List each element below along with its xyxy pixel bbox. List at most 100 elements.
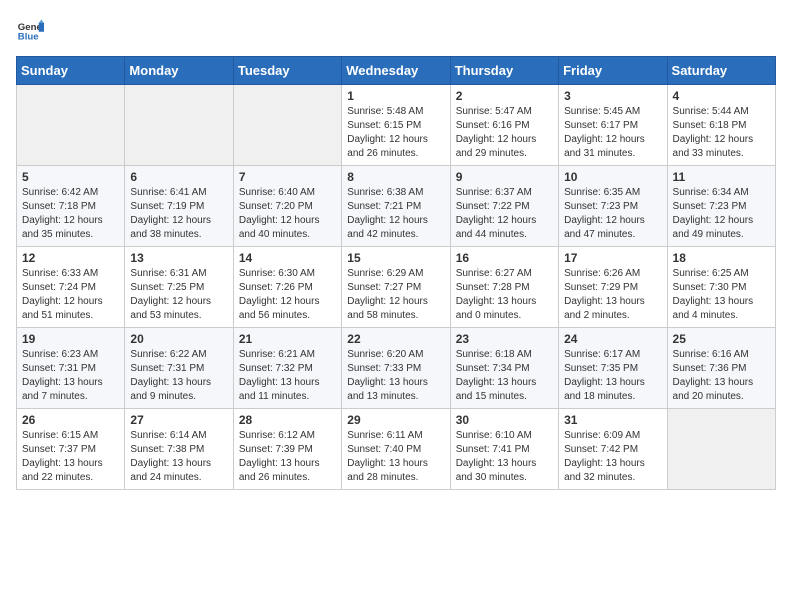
calendar-cell: 20Sunrise: 6:22 AM Sunset: 7:31 PM Dayli… <box>125 328 233 409</box>
calendar-cell: 22 Sunrise: 6:20 AM Sunset: 7:33 PM Dayli… <box>342 328 450 409</box>
calendar-cell: 28 Sunrise: 6:12 AM Sunset: 7:39 PM Dayli… <box>233 409 341 490</box>
day-info: Sunrise: 5:48 AM Sunset: 6:15 PM Dayligh… <box>347 105 444 161</box>
day-number: 13 <box>130 251 227 265</box>
week-row-5: 26 Sunrise: 6:15 AM Sunset: 7:37 PM Dayli… <box>17 409 776 490</box>
day-header-saturday: Saturday <box>667 57 775 85</box>
calendar-cell: 17 Sunrise: 6:26 AM Sunset: 7:29 PM Dayli… <box>559 247 667 328</box>
day-header-friday: Friday <box>559 57 667 85</box>
calendar-cell: 4 Sunrise: 5:44 AM Sunset: 6:18 PM Daylig… <box>667 85 775 166</box>
day-number: 17 <box>564 251 661 265</box>
day-info: Sunrise: 6:30 AM Sunset: 7:26 PM Dayligh… <box>239 267 336 323</box>
day-number: 1 <box>347 89 444 103</box>
calendar-cell: 9 Sunrise: 6:37 AM Sunset: 7:22 PM Daylig… <box>450 166 558 247</box>
day-number: 26 <box>22 413 119 427</box>
header-row: SundayMondayTuesdayWednesdayThursdayFrid… <box>17 57 776 85</box>
day-number: 14 <box>239 251 336 265</box>
calendar-cell <box>667 409 775 490</box>
page-header: General Blue <box>16 16 776 44</box>
day-info: Sunrise: 6:40 AM Sunset: 7:20 PM Dayligh… <box>239 186 336 242</box>
day-info: Sunrise: 6:42 AM Sunset: 7:18 PM Dayligh… <box>22 186 119 242</box>
day-number: 25 <box>673 332 770 346</box>
calendar-cell: 19 Sunrise: 6:23 AM Sunset: 7:31 PM Dayli… <box>17 328 125 409</box>
calendar-cell: 23Sunrise: 6:18 AM Sunset: 7:34 PM Dayli… <box>450 328 558 409</box>
calendar-cell: 14 Sunrise: 6:30 AM Sunset: 7:26 PM Dayli… <box>233 247 341 328</box>
calendar-cell: 31Sunrise: 6:09 AM Sunset: 7:42 PM Dayli… <box>559 409 667 490</box>
calendar-cell: 6 Sunrise: 6:41 AM Sunset: 7:19 PM Daylig… <box>125 166 233 247</box>
day-info: Sunrise: 6:33 AM Sunset: 7:24 PM Dayligh… <box>22 267 119 323</box>
day-info: Sunrise: 6:31 AM Sunset: 7:25 PM Dayligh… <box>130 267 227 323</box>
day-number: 6 <box>130 170 227 184</box>
day-number: 19 <box>22 332 119 346</box>
calendar-cell: 10Sunrise: 6:35 AM Sunset: 7:23 PM Dayli… <box>559 166 667 247</box>
calendar-cell: 26 Sunrise: 6:15 AM Sunset: 7:37 PM Dayli… <box>17 409 125 490</box>
day-info: Sunrise: 6:10 AM Sunset: 7:41 PM Dayligh… <box>456 429 553 485</box>
day-info: Sunrise: 5:47 AM Sunset: 6:16 PM Dayligh… <box>456 105 553 161</box>
logo: General Blue <box>16 16 48 44</box>
day-number: 31 <box>564 413 661 427</box>
day-info: Sunrise: 6:20 AM Sunset: 7:33 PM Dayligh… <box>347 348 444 404</box>
day-number: 8 <box>347 170 444 184</box>
day-info: Sunrise: 6:23 AM Sunset: 7:31 PM Dayligh… <box>22 348 119 404</box>
day-info: Sunrise: 6:12 AM Sunset: 7:39 PM Dayligh… <box>239 429 336 485</box>
day-number: 15 <box>347 251 444 265</box>
week-row-3: 12 Sunrise: 6:33 AM Sunset: 7:24 PM Dayli… <box>17 247 776 328</box>
calendar-cell: 16 Sunrise: 6:27 AM Sunset: 7:28 PM Dayli… <box>450 247 558 328</box>
day-number: 5 <box>22 170 119 184</box>
day-info: Sunrise: 6:37 AM Sunset: 7:22 PM Dayligh… <box>456 186 553 242</box>
calendar-cell <box>233 85 341 166</box>
calendar-cell: 13 Sunrise: 6:31 AM Sunset: 7:25 PM Dayli… <box>125 247 233 328</box>
calendar: SundayMondayTuesdayWednesdayThursdayFrid… <box>16 56 776 490</box>
calendar-cell: 12 Sunrise: 6:33 AM Sunset: 7:24 PM Dayli… <box>17 247 125 328</box>
day-info: Sunrise: 6:11 AM Sunset: 7:40 PM Dayligh… <box>347 429 444 485</box>
calendar-cell: 21 Sunrise: 6:21 AM Sunset: 7:32 PM Dayli… <box>233 328 341 409</box>
day-info: Sunrise: 6:27 AM Sunset: 7:28 PM Dayligh… <box>456 267 553 323</box>
day-header-wednesday: Wednesday <box>342 57 450 85</box>
day-info: Sunrise: 6:16 AM Sunset: 7:36 PM Dayligh… <box>673 348 770 404</box>
day-info: Sunrise: 6:26 AM Sunset: 7:29 PM Dayligh… <box>564 267 661 323</box>
day-number: 30 <box>456 413 553 427</box>
day-number: 21 <box>239 332 336 346</box>
day-number: 12 <box>22 251 119 265</box>
calendar-cell: 11 Sunrise: 6:34 AM Sunset: 7:23 PM Dayli… <box>667 166 775 247</box>
day-info: Sunrise: 6:22 AM Sunset: 7:31 PM Dayligh… <box>130 348 227 404</box>
day-info: Sunrise: 6:34 AM Sunset: 7:23 PM Dayligh… <box>673 186 770 242</box>
day-info: Sunrise: 6:25 AM Sunset: 7:30 PM Dayligh… <box>673 267 770 323</box>
day-info: Sunrise: 6:21 AM Sunset: 7:32 PM Dayligh… <box>239 348 336 404</box>
calendar-cell: 29 Sunrise: 6:11 AM Sunset: 7:40 PM Dayli… <box>342 409 450 490</box>
day-info: Sunrise: 6:15 AM Sunset: 7:37 PM Dayligh… <box>22 429 119 485</box>
calendar-cell: 24 Sunrise: 6:17 AM Sunset: 7:35 PM Dayli… <box>559 328 667 409</box>
day-number: 29 <box>347 413 444 427</box>
day-info: Sunrise: 6:17 AM Sunset: 7:35 PM Dayligh… <box>564 348 661 404</box>
day-number: 11 <box>673 170 770 184</box>
week-row-1: 1 Sunrise: 5:48 AM Sunset: 6:15 PM Daylig… <box>17 85 776 166</box>
day-info: Sunrise: 6:35 AM Sunset: 7:23 PM Dayligh… <box>564 186 661 242</box>
day-header-monday: Monday <box>125 57 233 85</box>
day-number: 4 <box>673 89 770 103</box>
calendar-cell: 25 Sunrise: 6:16 AM Sunset: 7:36 PM Dayli… <box>667 328 775 409</box>
day-info: Sunrise: 6:41 AM Sunset: 7:19 PM Dayligh… <box>130 186 227 242</box>
calendar-cell: 3 Sunrise: 5:45 AM Sunset: 6:17 PM Daylig… <box>559 85 667 166</box>
logo-icon: General Blue <box>16 16 44 44</box>
day-info: Sunrise: 5:45 AM Sunset: 6:17 PM Dayligh… <box>564 105 661 161</box>
calendar-cell: 1 Sunrise: 5:48 AM Sunset: 6:15 PM Daylig… <box>342 85 450 166</box>
calendar-cell: 15 Sunrise: 6:29 AM Sunset: 7:27 PM Dayli… <box>342 247 450 328</box>
day-number: 2 <box>456 89 553 103</box>
week-row-4: 19 Sunrise: 6:23 AM Sunset: 7:31 PM Dayli… <box>17 328 776 409</box>
day-number: 27 <box>130 413 227 427</box>
day-number: 28 <box>239 413 336 427</box>
calendar-cell: 2 Sunrise: 5:47 AM Sunset: 6:16 PM Daylig… <box>450 85 558 166</box>
day-info: Sunrise: 6:18 AM Sunset: 7:34 PM Dayligh… <box>456 348 553 404</box>
day-info: Sunrise: 5:44 AM Sunset: 6:18 PM Dayligh… <box>673 105 770 161</box>
day-number: 9 <box>456 170 553 184</box>
calendar-cell <box>125 85 233 166</box>
day-header-tuesday: Tuesday <box>233 57 341 85</box>
day-number: 16 <box>456 251 553 265</box>
calendar-cell <box>17 85 125 166</box>
svg-text:Blue: Blue <box>18 32 39 43</box>
week-row-2: 5 Sunrise: 6:42 AM Sunset: 7:18 PM Daylig… <box>17 166 776 247</box>
day-number: 22 <box>347 332 444 346</box>
day-info: Sunrise: 6:29 AM Sunset: 7:27 PM Dayligh… <box>347 267 444 323</box>
day-number: 18 <box>673 251 770 265</box>
day-number: 3 <box>564 89 661 103</box>
day-number: 24 <box>564 332 661 346</box>
